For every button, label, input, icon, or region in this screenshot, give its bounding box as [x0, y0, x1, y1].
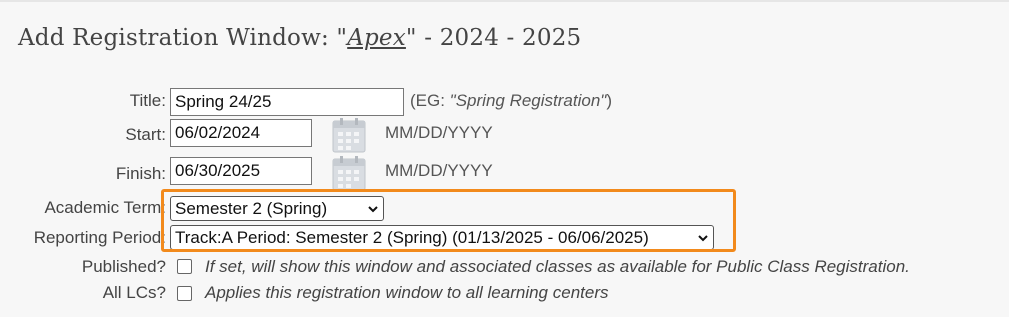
title-hint-suffix: ) [606, 91, 612, 110]
start-format-hint: MM/DD/YYYY [385, 123, 493, 142]
chevron-down-icon [368, 205, 378, 212]
page-title-prefix: Add Registration Window: " [18, 25, 348, 51]
academic-term-label: Academic Term: [44, 198, 166, 217]
title-label: Title: [129, 91, 166, 110]
calendar-icon[interactable] [332, 117, 366, 153]
all-lcs-label: All LCs? [102, 283, 166, 302]
reporting-period-value: Track:A Period: Semester 2 (Spring) (01/… [175, 227, 649, 247]
published-description: If set, will show this window and associ… [205, 257, 910, 276]
all-lcs-checkbox[interactable] [177, 286, 192, 301]
calendar-icon[interactable] [332, 155, 366, 191]
title-input[interactable] [170, 88, 404, 116]
top-border [0, 0, 1009, 2]
start-label: Start: [125, 125, 166, 144]
reporting-period-label: Reporting Period: [33, 228, 166, 247]
academic-term-value: Semester 2 (Spring) [175, 198, 328, 218]
published-label: Published? [81, 257, 166, 276]
title-hint: (EG: "Spring Registration") [410, 91, 612, 111]
title-hint-prefix: (EG: [410, 91, 450, 110]
finish-format-hint: MM/DD/YYYY [385, 161, 493, 180]
page-title: Add Registration Window: "Apex" - 2024 -… [18, 25, 581, 51]
start-date-input[interactable] [170, 119, 312, 147]
all-lcs-description: Applies this registration window to all … [205, 283, 609, 302]
published-checkbox[interactable] [177, 259, 192, 274]
title-hint-example: "Spring Registration" [449, 91, 607, 110]
course-name-link[interactable]: Apex [347, 25, 406, 51]
chevron-down-icon [698, 234, 708, 241]
finish-date-input[interactable] [170, 157, 312, 185]
finish-label: Finish: [115, 164, 166, 183]
academic-term-select[interactable]: Semester 2 (Spring) [170, 196, 384, 221]
reporting-period-select[interactable]: Track:A Period: Semester 2 (Spring) (01/… [170, 225, 714, 250]
page-title-suffix: " - 2024 - 2025 [405, 25, 582, 51]
